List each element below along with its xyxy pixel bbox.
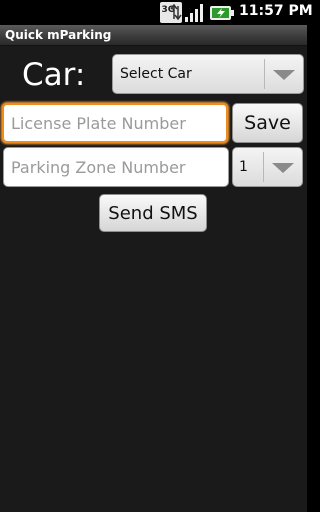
parking-zone-field[interactable]	[3, 147, 229, 187]
zone-select-spinner[interactable]: 1	[232, 147, 303, 187]
spinner-divider	[263, 152, 264, 182]
car-select-value: Select Car	[120, 66, 192, 82]
chevron-down-icon	[273, 70, 295, 80]
signal-strength-icon	[185, 4, 203, 22]
spinner-divider	[264, 59, 265, 89]
save-button[interactable]: Save	[232, 103, 303, 143]
zone-select-value: 1	[239, 159, 248, 175]
status-bar: 3G 11:57 PM	[0, 0, 313, 25]
battery-charging-icon	[210, 6, 234, 20]
app-title: Quick mParking	[5, 28, 112, 42]
car-label: Car:	[22, 57, 86, 93]
main-content: Car: Select Car Save 1 Send SMS	[0, 46, 307, 512]
parking-zone-input[interactable]	[4, 148, 228, 186]
status-time: 11:57 PM	[239, 3, 313, 19]
license-plate-input[interactable]	[4, 105, 226, 141]
license-plate-field[interactable]	[2, 103, 228, 143]
title-bar: Quick mParking	[0, 25, 307, 46]
send-sms-button[interactable]: Send SMS	[99, 194, 207, 232]
chevron-down-icon	[272, 163, 294, 173]
3g-data-icon: 3G	[160, 2, 182, 23]
car-select-spinner[interactable]: Select Car	[112, 54, 304, 94]
